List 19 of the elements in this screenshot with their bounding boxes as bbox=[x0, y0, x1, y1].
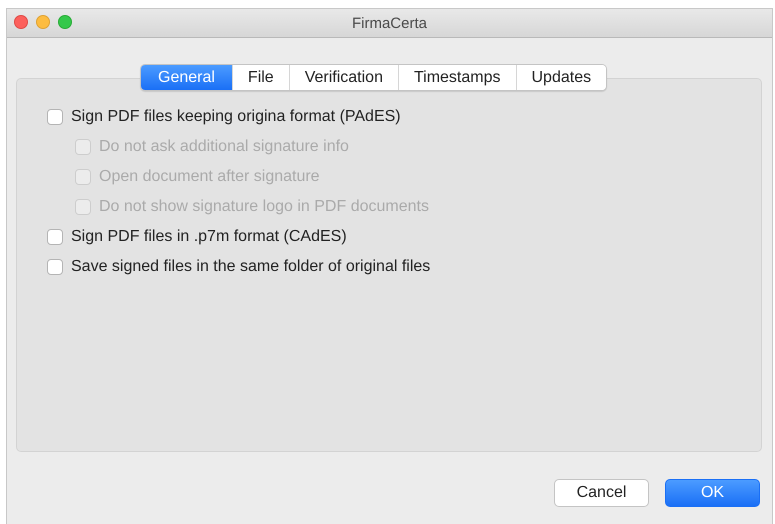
tab[interactable]: Verification bbox=[288, 65, 398, 90]
minimize-icon[interactable] bbox=[36, 15, 50, 29]
checkbox[interactable] bbox=[47, 229, 63, 245]
checkbox-label: Do not ask additional signature info bbox=[99, 138, 349, 156]
checkbox[interactable] bbox=[47, 259, 63, 275]
tab[interactable]: General bbox=[141, 65, 232, 90]
window-title: FirmaCerta bbox=[352, 14, 427, 32]
checkbox[interactable] bbox=[47, 109, 63, 125]
checkbox-label: Sign PDF files in .p7m format (CAdES) bbox=[71, 228, 347, 246]
checkbox-label: Open document after signature bbox=[99, 168, 320, 186]
checkbox-label: Save signed files in the same folder of original files bbox=[71, 258, 430, 276]
tab[interactable]: Timestamps bbox=[398, 65, 516, 90]
tab[interactable]: File bbox=[232, 65, 289, 90]
checkbox-label: Do not show signature logo in PDF documents bbox=[99, 198, 429, 216]
close-icon[interactable] bbox=[14, 15, 28, 29]
cancel-button[interactable]: Cancel bbox=[554, 479, 649, 507]
checkbox-label: Sign PDF files keeping origina format (PAdES) bbox=[71, 108, 401, 126]
tab[interactable]: Updates bbox=[516, 65, 606, 90]
zoom-icon[interactable] bbox=[58, 15, 72, 29]
